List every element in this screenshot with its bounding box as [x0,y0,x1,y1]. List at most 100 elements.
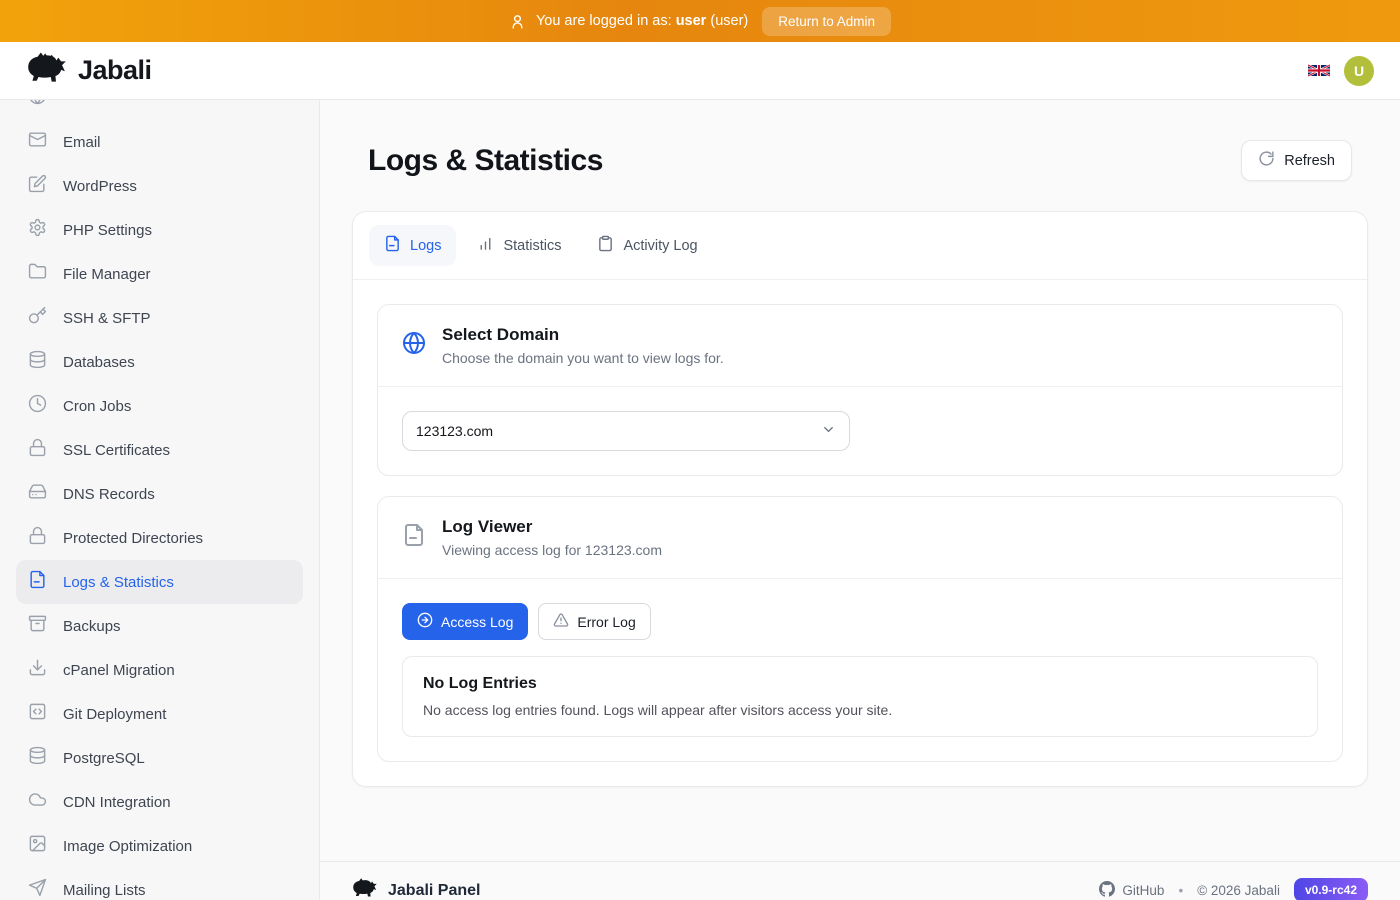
filetext-icon [28,570,47,594]
no-log-entries-title: No Log Entries [423,675,1297,693]
database-icon [28,746,47,770]
folder-icon [28,262,47,286]
impersonation-bar: You are logged in as: user (user) Return… [0,0,1400,42]
access-log-label: Access Log [441,614,513,630]
github-label: GitHub [1122,883,1164,898]
tab-activity-log-label: Activity Log [623,238,697,254]
sidebar-item-label: CDN Integration [63,794,171,811]
logs-panel-card: Logs Statistics Activity Log [352,211,1368,787]
sidebar-item-label: Git Deployment [63,706,166,723]
logged-in-text: You are logged in as: [536,13,672,29]
sidebar-item-label: Backups [63,618,121,635]
sidebar-item-label: Mailing Lists [63,882,146,899]
edit-icon [28,174,47,198]
app-header: Jabali U [0,42,1400,100]
archive-icon [28,614,47,638]
clock-icon [28,394,47,418]
sidebar-item-databases[interactable]: Databases [16,340,303,384]
sidebar-item-logs-statistics[interactable]: Logs & Statistics [16,560,303,604]
refresh-button[interactable]: Refresh [1241,140,1352,181]
domain-select-value: 123123.com [416,423,493,439]
github-link[interactable]: GitHub [1099,881,1164,900]
globe-icon [28,100,47,110]
github-icon [1099,881,1115,900]
no-log-entries-box: No Log Entries No access log entries fou… [402,656,1318,737]
sidebar-item-php-settings[interactable]: PHP Settings [16,208,303,252]
return-to-admin-button[interactable]: Return to Admin [762,7,891,36]
error-log-button[interactable]: Error Log [538,603,650,640]
sidebar-item-label: Cron Jobs [63,398,131,415]
codesquare-icon [28,702,47,726]
tab-logs-label: Logs [410,238,441,254]
brand-logo[interactable]: Jabali [26,52,152,89]
sidebar-item-wordpress[interactable]: WordPress [16,164,303,208]
sidebar-item-label: cPanel Migration [63,662,175,679]
copyright-text: © 2026 Jabali [1197,883,1280,898]
sidebar-item-email[interactable]: Email [16,120,303,164]
arrow-right-circle-icon [417,612,433,631]
sidebar-item-file-manager[interactable]: File Manager [16,252,303,296]
refresh-label: Refresh [1284,153,1335,169]
harddrive-icon [28,482,47,506]
log-viewer-subtitle: Viewing access log for 123123.com [442,542,662,558]
tab-statistics[interactable]: Statistics [462,225,576,266]
language-flag-icon[interactable] [1308,63,1330,78]
sidebar-item-label: Databases [63,354,135,371]
access-log-button[interactable]: Access Log [402,603,528,640]
tab-activity-log[interactable]: Activity Log [582,225,712,266]
user-icon [509,13,526,30]
sidebar-item-ssh-sftp[interactable]: SSH & SFTP [16,296,303,340]
sidebar-item-partial[interactable] [16,100,303,120]
sidebar-item-cdn-integration[interactable]: CDN Integration [16,780,303,824]
tab-bar: Logs Statistics Activity Log [353,212,1367,280]
sidebar-item-label: PostgreSQL [63,750,145,767]
user-avatar[interactable]: U [1344,56,1374,86]
log-viewer-title: Log Viewer [442,517,662,537]
refresh-icon [1258,150,1275,171]
sidebar-item-cron-jobs[interactable]: Cron Jobs [16,384,303,428]
page-title: Logs & Statistics [368,144,603,178]
database-icon [28,350,47,374]
select-domain-card: Select Domain Choose the domain you want… [377,304,1343,476]
sidebar-item-dns-records[interactable]: DNS Records [16,472,303,516]
sidebar-item-label: Protected Directories [63,530,203,547]
tab-logs[interactable]: Logs [369,225,456,266]
sidebar-item-backups[interactable]: Backups [16,604,303,648]
sidebar: Email WordPress PHP Settings File Manager SS… [0,100,320,900]
send-icon [28,878,47,900]
clipboard-icon [597,235,614,256]
lock-icon [28,438,47,462]
main-area: Logs & Statistics Refresh Logs [320,100,1400,900]
gear-icon [28,218,47,242]
select-domain-title: Select Domain [442,325,724,345]
sidebar-item-postgresql[interactable]: PostgreSQL [16,736,303,780]
sidebar-item-label: File Manager [63,266,151,283]
version-badge: v0.9-rc42 [1294,878,1368,900]
domain-select[interactable]: 123123.com [402,411,850,451]
footer-brand: Jabali Panel [388,882,481,900]
sidebar-item-git-deployment[interactable]: Git Deployment [16,692,303,736]
sidebar-item-label: DNS Records [63,486,155,503]
sidebar-item-image-optimization[interactable]: Image Optimization [16,824,303,868]
sidebar-item-label: Email [63,134,101,151]
file-text-icon [384,235,401,256]
footer-separator: • [1178,883,1183,898]
sidebar-item-mailing-lists[interactable]: Mailing Lists [16,868,303,900]
chevron-down-icon [821,422,836,440]
sidebar-item-ssl-certificates[interactable]: SSL Certificates [16,428,303,472]
sidebar-item-protected-directories[interactable]: Protected Directories [16,516,303,560]
sidebar-item-label: WordPress [63,178,137,195]
lock-icon [28,526,47,550]
sidebar-item-label: Image Optimization [63,838,192,855]
sidebar-item-label: PHP Settings [63,222,152,239]
key-icon [28,306,47,330]
log-viewer-card: Log Viewer Viewing access log for 123123… [377,496,1343,762]
error-log-label: Error Log [577,614,635,630]
download-icon [28,658,47,682]
sidebar-item-cpanel-migration[interactable]: cPanel Migration [16,648,303,692]
mail-icon [28,130,47,154]
boar-logo-icon [26,52,68,89]
footer: Jabali Panel GitHub • © 2026 Jabali v0.9… [320,861,1400,900]
sidebar-item-label: Logs & Statistics [63,574,174,591]
brand-name: Jabali [78,55,152,86]
